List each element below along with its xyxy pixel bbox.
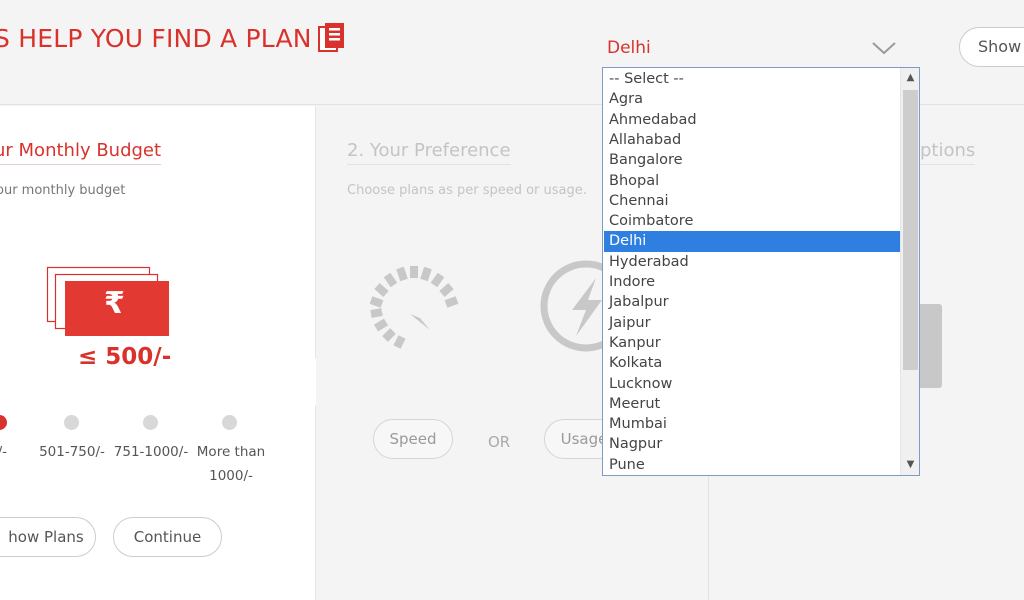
scroll-thumb[interactable]: [903, 90, 918, 370]
city-option-jaipur[interactable]: Jaipur: [604, 313, 900, 333]
city-option-bangalore[interactable]: Bangalore: [604, 150, 900, 170]
city-option-agra[interactable]: Agra: [604, 89, 900, 109]
city-option-pune[interactable]: Pune: [604, 455, 900, 475]
city-option-delhi[interactable]: Delhi: [604, 231, 900, 252]
city-option-jabalpur[interactable]: Jabalpur: [604, 292, 900, 312]
budget-subtitle: our monthly budget: [0, 183, 126, 198]
scroll-up-icon[interactable]: ▲: [901, 69, 919, 87]
preference-step-title: 2. Your Preference: [347, 140, 511, 165]
city-option-bhopal[interactable]: Bhopal: [604, 171, 900, 191]
dropdown-scrollbar[interactable]: ▲ ▼: [900, 68, 919, 475]
range-label-3[interactable]: 751-1000/-: [112, 440, 190, 464]
city-option-mumbai[interactable]: Mumbai: [604, 414, 900, 434]
city-select-value: Delhi: [607, 38, 651, 58]
city-option-coimbatore[interactable]: Coimbatore: [604, 211, 900, 231]
show-plans-button[interactable]: how Plans: [0, 517, 96, 557]
document-icon: [318, 23, 344, 52]
city-option-meerut[interactable]: Meerut: [604, 394, 900, 414]
city-dropdown-list[interactable]: -- Select -- Agra Ahmedabad Allahabad Ba…: [602, 67, 920, 476]
city-option-kolkata[interactable]: Kolkata: [604, 353, 900, 373]
city-option-nagpur[interactable]: Nagpur: [604, 434, 900, 454]
options-step-title: ptions: [920, 140, 976, 165]
show-button[interactable]: Show: [959, 27, 1024, 67]
budget-value: ≤ 500/-: [78, 344, 172, 370]
range-label-2[interactable]: 501-750/-: [36, 440, 108, 464]
range-label-4[interactable]: More than 1000/-: [192, 440, 270, 488]
city-option-ahmedabad[interactable]: Ahmedabad: [604, 110, 900, 130]
city-select[interactable]: Delhi: [603, 32, 899, 68]
range-dot-4[interactable]: [222, 415, 237, 430]
continue-button[interactable]: Continue: [113, 517, 222, 557]
range-label-1[interactable]: 0/-: [0, 440, 16, 464]
city-option-kanpur[interactable]: Kanpur: [604, 333, 900, 353]
budget-step-title: ur Monthly Budget: [0, 140, 162, 165]
page-title: S HELP YOU FIND A PLAN: [0, 24, 312, 53]
chevron-down-icon: [872, 42, 896, 55]
city-option-allahabad[interactable]: Allahabad: [604, 130, 900, 150]
city-option-indore[interactable]: Indore: [604, 272, 900, 292]
city-option-hyderabad[interactable]: Hyderabad: [604, 252, 900, 272]
city-option-lucknow[interactable]: Lucknow: [604, 374, 900, 394]
preference-subtitle: Choose plans as per speed or usage.: [347, 183, 587, 198]
or-label: OR: [488, 433, 511, 451]
scroll-down-icon[interactable]: ▼: [901, 456, 919, 474]
range-dot-2[interactable]: [64, 415, 79, 430]
speed-button[interactable]: Speed: [373, 419, 453, 459]
range-dot-1[interactable]: [0, 415, 7, 430]
city-option-select[interactable]: -- Select --: [604, 69, 900, 89]
speedometer-icon: [369, 266, 459, 349]
lightning-icon: [540, 260, 608, 352]
range-dot-3[interactable]: [143, 415, 158, 430]
budget-panel: ur Monthly Budget our monthly budget ₹ ≤…: [0, 106, 339, 600]
rupee-icon: ₹: [104, 286, 125, 321]
city-option-chennai[interactable]: Chennai: [604, 191, 900, 211]
